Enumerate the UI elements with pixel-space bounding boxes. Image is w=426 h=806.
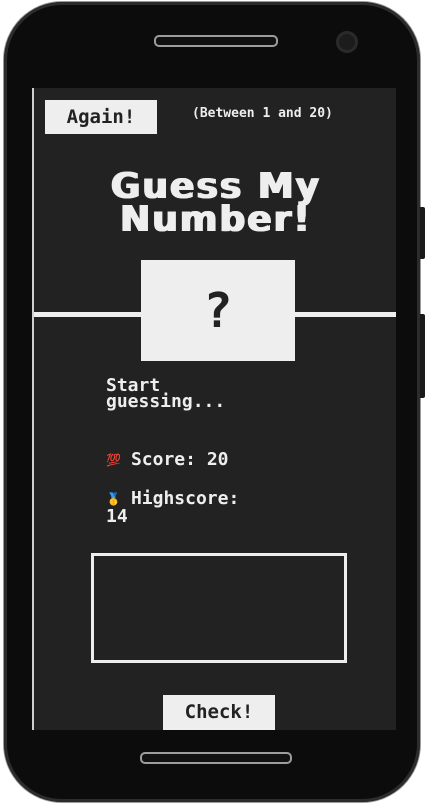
score-row: 💯 Score: 20 bbox=[106, 449, 229, 470]
highscore-value: 14 bbox=[106, 506, 128, 527]
range-hint: (Between 1 and 20) bbox=[192, 106, 333, 121]
secret-number: ? bbox=[203, 282, 233, 339]
score-value: 20 bbox=[206, 449, 229, 470]
highscore-label: Highscore: bbox=[130, 488, 240, 509]
hundred-points-icon: 💯 bbox=[106, 453, 121, 467]
highscore-row: 🥇 Highscore: 14 bbox=[106, 490, 306, 526]
bottom-speaker bbox=[140, 752, 292, 764]
check-button[interactable]: Check! bbox=[163, 695, 275, 730]
score-label: Score: bbox=[130, 449, 196, 470]
power-button bbox=[420, 314, 425, 398]
again-button[interactable]: Again! bbox=[45, 100, 157, 134]
volume-button bbox=[420, 207, 425, 259]
app-screen: Again! (Between 1 and 20) Guess My Numbe… bbox=[32, 88, 396, 730]
title-line-2: Number! bbox=[119, 199, 311, 240]
page-title: Guess My Number! bbox=[34, 169, 396, 240]
earpiece-speaker bbox=[154, 35, 278, 47]
message-line-2: guessing... bbox=[106, 391, 226, 412]
secret-number-box: ? bbox=[141, 260, 295, 361]
front-camera bbox=[336, 31, 358, 53]
status-message: Start guessing... bbox=[106, 377, 306, 412]
guess-input[interactable] bbox=[91, 553, 347, 663]
